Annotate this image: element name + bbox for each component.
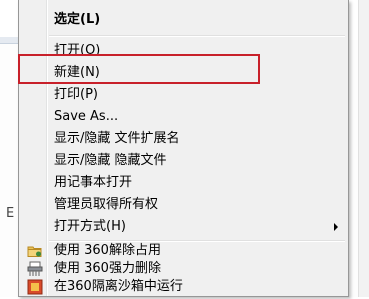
menu-item-label: 在360隔离沙箱中运行 <box>54 279 183 294</box>
menu-item-label: 使用 360解除占用 <box>54 243 161 258</box>
sandbox-icon <box>27 279 43 295</box>
menu-item-take-ownership[interactable]: 管理员取得所有权 <box>21 194 346 216</box>
menu-item-open[interactable]: 打开(O) <box>21 40 346 62</box>
menu-item-toggle-extensions[interactable]: 显示/隐藏 文件扩展名 <box>21 128 346 150</box>
background-text-fragment: E <box>6 206 15 221</box>
menu-item-open-with-notepad[interactable]: 用记事本打开 <box>21 172 346 194</box>
menu-item-label: 显示/隐藏 文件扩展名 <box>54 131 180 146</box>
menu-item-new[interactable]: 新建(N) <box>21 62 346 84</box>
menu-item-select[interactable]: 选定(L) <box>21 9 346 31</box>
menu-item-label: 打开方式(H) <box>54 219 126 234</box>
menu-item-label: 使用 360强力删除 <box>54 261 161 276</box>
menu-item-label: 打开(O) <box>54 43 101 58</box>
menu-item-label: 显示/隐藏 隐藏文件 <box>54 153 167 168</box>
menu-item-toggle-hidden-files[interactable]: 显示/隐藏 隐藏文件 <box>21 150 346 172</box>
background-scrollbar[interactable] <box>358 0 369 297</box>
menu-item-print[interactable]: 打印(P) <box>21 84 346 106</box>
menu-separator <box>49 35 345 37</box>
submenu-arrow-icon <box>334 223 338 231</box>
menu-item-label: Save As... <box>54 109 119 124</box>
context-menu: 选定(L) 打开(O) 新建(N) 打印(P) Save As... 显示/隐藏… <box>18 0 349 297</box>
shredder-icon <box>27 261 43 277</box>
menu-item-save-as[interactable]: Save As... <box>21 106 346 128</box>
menu-item-360-sandbox[interactable]: 在360隔离沙箱中运行 <box>21 276 346 298</box>
menu-item-label: 用记事本打开 <box>54 175 133 190</box>
menu-item-label: 选定(L) <box>54 12 101 27</box>
folder-unlock-icon <box>27 243 43 259</box>
menu-item-label: 打印(P) <box>54 87 98 102</box>
menu-item-open-with[interactable]: 打开方式(H) <box>21 216 346 238</box>
menu-item-label: 新建(N) <box>54 65 100 80</box>
menu-item-label: 管理员取得所有权 <box>54 197 159 212</box>
